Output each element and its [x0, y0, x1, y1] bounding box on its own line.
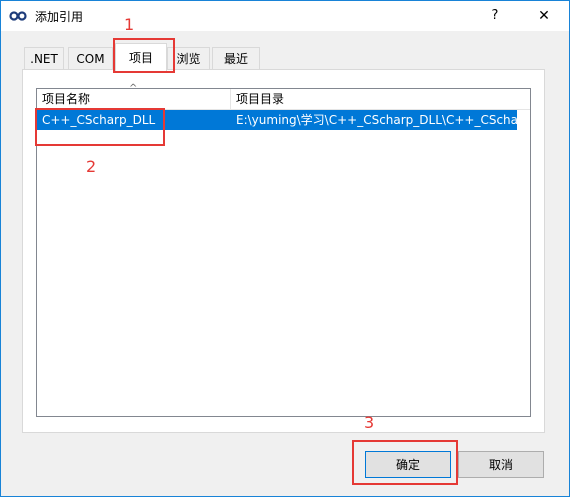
annotation-box-3 [352, 440, 458, 485]
list-header: 项目名称 ^ 项目目录 [37, 83, 530, 110]
close-button[interactable]: ✕ [520, 1, 568, 31]
annotation-number-3: 3 [364, 413, 375, 432]
cancel-button[interactable]: 取消 [458, 451, 544, 478]
annotation-number-1: 1 [124, 15, 135, 34]
tab-com[interactable]: COM [68, 47, 113, 69]
column-header-path[interactable]: 项目目录 [231, 89, 530, 109]
project-path-cell: E:\yuming\学习\C++_CScharp_DLL\C++_CScha..… [236, 113, 517, 127]
app-icon [9, 11, 27, 21]
add-reference-dialog: 添加引用 ? ✕ .NET COM 项目 浏览 最近 项目名称 ^ 项目目录 C… [0, 0, 570, 497]
annotation-number-2: 2 [86, 157, 97, 176]
window-title: 添加引用 [35, 10, 84, 24]
title-bar: 添加引用 ? ✕ [1, 1, 569, 31]
column-header-label: 项目名称 [42, 92, 91, 106]
column-header-label: 项目目录 [236, 92, 285, 106]
annotation-box-1 [113, 38, 175, 73]
help-button[interactable]: ? [475, 1, 515, 31]
tab-recent[interactable]: 最近 [212, 47, 260, 69]
sort-ascending-icon: ^ [129, 83, 138, 94]
annotation-box-2 [35, 108, 165, 146]
tab-dotnet[interactable]: .NET [24, 47, 64, 69]
